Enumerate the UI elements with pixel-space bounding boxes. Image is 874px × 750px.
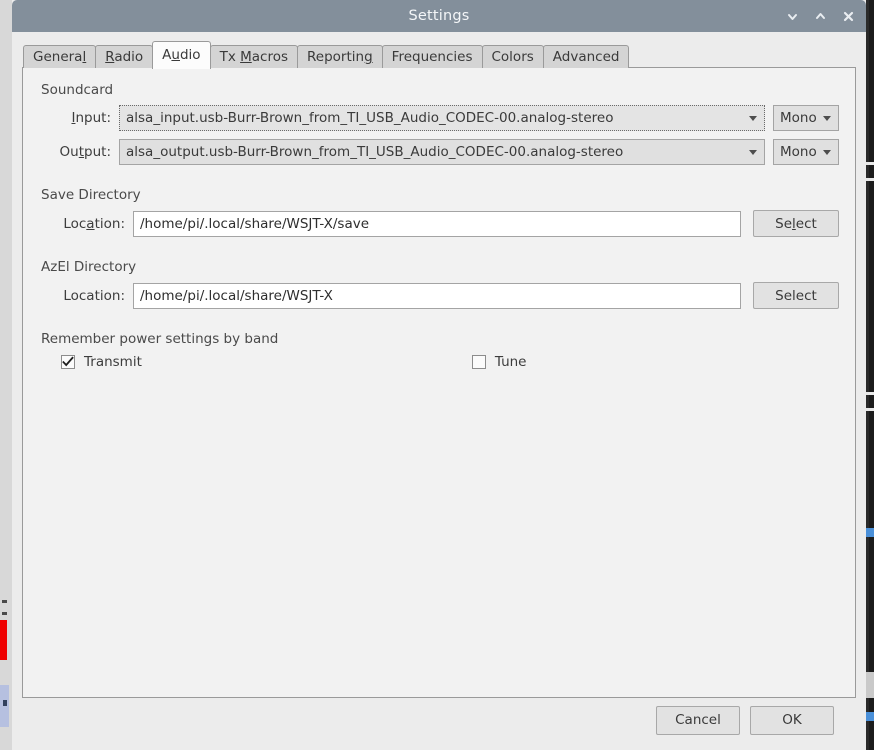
azel-directory-group-label: AzEl Directory xyxy=(41,259,137,275)
ok-button[interactable]: OK xyxy=(750,705,834,735)
dialog-button-bar: Cancel OK xyxy=(22,698,856,750)
background-marker xyxy=(3,700,7,706)
maximize-icon[interactable] xyxy=(813,9,828,24)
audio-tab-page: Soundcard Input: alsa_input.usb-Burr-Bro… xyxy=(22,67,856,698)
tab-bar: General Radio Audio Tx Macros Reporting … xyxy=(23,40,856,69)
chevron-down-icon xyxy=(749,116,757,121)
soundcard-input-row: Input: alsa_input.usb-Burr-Brown_from_TI… xyxy=(39,105,839,131)
background-marker xyxy=(866,178,874,181)
background-window-right-inner xyxy=(866,0,869,750)
azel-select-button[interactable]: Select xyxy=(753,282,839,309)
tab-audio[interactable]: Audio xyxy=(152,41,211,69)
tune-checkbox-item[interactable]: Tune xyxy=(471,354,527,370)
background-blue-indicator xyxy=(0,685,9,727)
tab-advanced[interactable]: Advanced xyxy=(542,45,630,68)
save-directory-group-label: Save Directory xyxy=(41,187,141,203)
tab-frequencies[interactable]: Frequencies xyxy=(381,45,483,68)
tab-reporting[interactable]: Reporting xyxy=(297,45,383,68)
output-device-value: alsa_output.usb-Burr-Brown_from_TI_USB_A… xyxy=(126,144,624,160)
azel-location-input[interactable]: /home/pi/.local/share/WSJT-X xyxy=(133,282,741,309)
window-body: General Radio Audio Tx Macros Reporting … xyxy=(12,32,866,750)
tab-general[interactable]: General xyxy=(23,45,97,68)
output-channel-value: Mono xyxy=(780,144,817,160)
power-settings-group-label: Remember power settings by band xyxy=(41,331,279,347)
tune-label: Tune xyxy=(494,354,527,370)
chevron-down-icon xyxy=(823,150,831,155)
cancel-button[interactable]: Cancel xyxy=(656,705,740,735)
screen: Settings General Radio Audio Tx Macros R… xyxy=(0,0,874,750)
tab-tx-macros[interactable]: Tx Macros xyxy=(209,45,299,68)
output-device-combobox[interactable]: alsa_output.usb-Burr-Brown_from_TI_USB_A… xyxy=(119,139,765,165)
input-channel-combobox[interactable]: Mono xyxy=(773,105,839,131)
save-select-button[interactable]: Se l ect xyxy=(753,210,839,237)
minimize-icon[interactable] xyxy=(785,9,800,24)
background-marker xyxy=(866,408,874,411)
save-location-label: Location: xyxy=(63,215,125,232)
output-label: Output: xyxy=(59,144,111,160)
output-channel-combobox[interactable]: Mono xyxy=(773,139,839,165)
input-device-combobox[interactable]: alsa_input.usb-Burr-Brown_from_TI_USB_Au… xyxy=(119,105,765,131)
save-directory-row: Location: /home/pi/.local/share/WSJT-X/s… xyxy=(39,210,839,237)
background-marker xyxy=(2,600,7,603)
background-blue-indicator xyxy=(866,712,874,721)
azel-directory-row: Location: /home/pi/.local/share/WSJT-X S… xyxy=(39,282,839,309)
input-channel-value: Mono xyxy=(780,110,817,126)
soundcard-group-label: Soundcard xyxy=(41,82,114,98)
chevron-down-icon xyxy=(823,116,831,121)
transmit-label: Transmit xyxy=(84,354,142,370)
background-marker xyxy=(866,672,874,698)
soundcard-output-row: Output: alsa_output.usb-Burr-Brown_from_… xyxy=(39,139,839,165)
azel-location-label: Location: xyxy=(63,287,125,304)
settings-window: Settings General Radio Audio Tx Macros R… xyxy=(12,0,866,750)
check-icon xyxy=(62,356,74,367)
transmit-checkbox[interactable] xyxy=(61,355,75,369)
input-device-value: alsa_input.usb-Burr-Brown_from_TI_USB_Au… xyxy=(126,110,614,126)
power-settings-row: Transmit Tune xyxy=(39,354,839,370)
background-marker xyxy=(2,612,7,615)
background-blue-indicator xyxy=(866,528,874,537)
tab-radio[interactable]: Radio xyxy=(95,45,154,68)
background-marker xyxy=(866,162,874,165)
tab-colors[interactable]: Colors xyxy=(481,45,544,68)
input-label: Input: xyxy=(71,110,111,126)
save-location-input[interactable]: /home/pi/.local/share/WSJT-X/save xyxy=(133,210,741,237)
close-icon[interactable] xyxy=(841,9,856,24)
window-controls xyxy=(785,0,856,32)
save-location-value: /home/pi/.local/share/WSJT-X/save xyxy=(140,215,370,232)
window-title: Settings xyxy=(408,8,470,24)
tune-checkbox[interactable] xyxy=(471,355,486,369)
background-red-indicator xyxy=(0,620,7,660)
title-bar[interactable]: Settings xyxy=(12,0,866,32)
transmit-checkbox-item[interactable]: Transmit xyxy=(61,354,142,370)
background-marker xyxy=(866,392,874,395)
chevron-down-icon xyxy=(749,150,757,155)
azel-location-value: /home/pi/.local/share/WSJT-X xyxy=(140,287,333,304)
